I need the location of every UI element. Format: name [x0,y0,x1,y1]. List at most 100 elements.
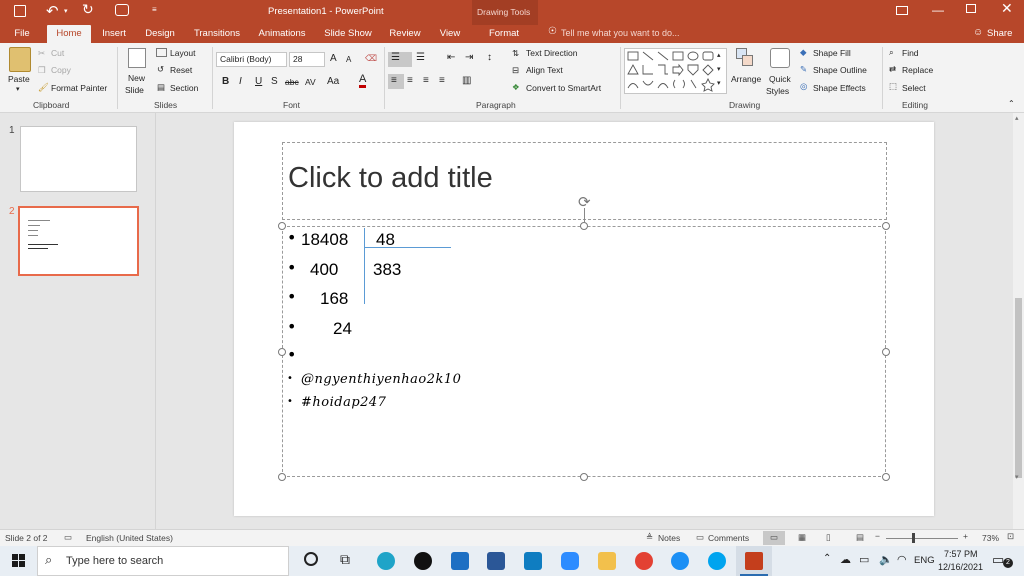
clock-time[interactable]: 7:57 PM [944,549,978,559]
division-step[interactable]: 168 [320,289,348,309]
zalo-icon[interactable] [671,552,689,570]
bold-button[interactable]: B [222,76,229,87]
italic-button[interactable]: I [239,76,242,87]
new-slide-button[interactable]: New [128,73,145,83]
gallery-more-icon[interactable]: ▾ [717,79,721,87]
columns-icon[interactable]: ▥ [462,75,471,86]
skype-icon[interactable] [708,552,726,570]
dividend[interactable]: 18408 [301,230,348,250]
resize-handle-right[interactable] [882,348,890,356]
clear-formatting-icon[interactable]: ⌫ [365,53,377,64]
paste-icon[interactable] [9,47,31,72]
minimize-icon[interactable]: — [932,3,944,17]
justify-icon[interactable]: ≡ [439,75,445,86]
spell-check-icon[interactable]: ▭ [64,532,72,543]
resize-handle-bottom[interactable] [580,473,588,481]
font-color-icon[interactable]: A [359,74,367,88]
font-name-combo[interactable]: Calibri (Body) [216,52,287,67]
mail-icon[interactable] [451,552,469,570]
resize-handle-top-right[interactable] [882,222,890,230]
shape-fill-button[interactable]: Shape Fill [813,48,851,58]
font-size-combo[interactable]: 28 [289,52,325,67]
resize-handle-top[interactable] [580,222,588,230]
cloud-icon[interactable]: ☁ [840,553,851,566]
collapse-ribbon-icon[interactable]: ⌃ [1008,99,1015,108]
tab-insert[interactable]: Insert [97,25,131,43]
tab-home[interactable]: Home [47,25,91,43]
zoom-out-icon[interactable]: − [875,531,880,541]
windows-start-icon[interactable] [12,554,26,568]
chrome-icon[interactable] [635,552,653,570]
format-painter-button[interactable]: Format Painter [51,83,107,93]
resize-handle-left[interactable] [278,348,286,356]
change-case-button[interactable]: Aa [327,76,339,87]
share-button[interactable]: Share [987,28,1012,39]
undo-icon[interactable]: ↶ [46,2,59,20]
numbering-icon[interactable]: ☰ [416,52,425,63]
select-button[interactable]: Select [902,83,926,93]
powerpoint-taskbar-active[interactable] [736,546,772,576]
new-slide-icon[interactable] [128,48,146,68]
underline-button[interactable]: U [255,76,262,87]
reading-view-icon[interactable]: ▯ [826,532,831,543]
align-left-icon[interactable]: ≡ [391,75,397,86]
shadow-button[interactable]: S [271,76,278,87]
scroll-up-icon[interactable]: ▴ [1015,114,1019,122]
present-icon[interactable] [115,4,129,16]
increase-indent-icon[interactable]: ⇥ [465,52,473,63]
wifi-icon[interactable]: ◠ [897,553,907,566]
tell-me-box[interactable]: Tell me what you want to do... [561,28,680,38]
battery-icon[interactable]: ▭ [859,553,869,566]
notes-button[interactable]: Notes [658,533,680,543]
tab-design[interactable]: Design [141,25,179,43]
division-step[interactable]: 24 [333,319,352,339]
resize-handle-top-left[interactable] [278,222,286,230]
restore-icon[interactable] [966,4,976,13]
comments-button[interactable]: Comments [708,533,749,543]
store-icon[interactable] [487,552,505,570]
shapes-gallery[interactable] [624,48,727,94]
clock-date[interactable]: 12/16/2021 [938,562,983,572]
align-text-button[interactable]: Align Text [526,65,563,75]
fit-slide-icon[interactable]: ⊡ [1007,531,1014,542]
volume-icon[interactable]: 🔈 [879,553,893,566]
save-icon[interactable] [14,5,26,17]
file-explorer-icon[interactable] [598,552,616,570]
customize-qat-icon[interactable]: ≡ [152,5,157,14]
vertical-scrollbar[interactable]: ▴ ▾ [1013,113,1024,529]
gallery-scroll-up-icon[interactable]: ▴ [717,51,721,59]
strikethrough-button[interactable]: abc [285,77,299,87]
handwritten-line[interactable]: #hoidap247 [301,395,386,410]
slide-thumbnail-2[interactable] [18,206,139,276]
cut-button[interactable]: Cut [51,48,64,58]
tiktok-icon[interactable] [414,552,432,570]
scroll-down-icon[interactable]: ▾ [1015,473,1019,481]
align-center-icon[interactable]: ≡ [407,75,413,86]
layout-button[interactable]: Layout [170,48,196,58]
replace-button[interactable]: Replace [902,65,933,75]
cortana-icon[interactable] [304,552,318,566]
convert-smartart-button[interactable]: Convert to SmartArt [526,83,601,93]
undo-dropdown-icon[interactable]: ▾ [64,7,68,15]
handwritten-line[interactable]: @ngyenthiyenhao2k10 [301,372,461,387]
edge-icon[interactable] [377,552,395,570]
redo-icon[interactable]: ↻ [82,2,94,18]
shape-effects-button[interactable]: Shape Effects [813,83,866,93]
character-spacing-button[interactable]: AV [305,77,316,87]
zoom-app-icon[interactable] [561,552,579,570]
tab-format[interactable]: Format [482,25,526,43]
tab-animations[interactable]: Animations [253,25,311,43]
zoom-slider-track[interactable] [886,538,958,539]
task-view-icon[interactable]: ⧉ [340,551,350,568]
tab-transitions[interactable]: Transitions [189,25,245,43]
shape-outline-button[interactable]: Shape Outline [813,65,867,75]
decrease-indent-icon[interactable]: ⇤ [447,52,455,63]
show-hidden-icons[interactable]: ⌃ [823,553,831,564]
division-step[interactable]: 400 [310,260,338,280]
tab-view[interactable]: View [433,25,467,43]
scrollbar-thumb[interactable] [1015,298,1022,478]
close-icon[interactable]: ✕ [1001,1,1013,17]
section-button[interactable]: Section [170,83,198,93]
title-placeholder-text[interactable]: Click to add title [288,162,493,195]
arrange-button[interactable]: Arrange [731,74,761,84]
